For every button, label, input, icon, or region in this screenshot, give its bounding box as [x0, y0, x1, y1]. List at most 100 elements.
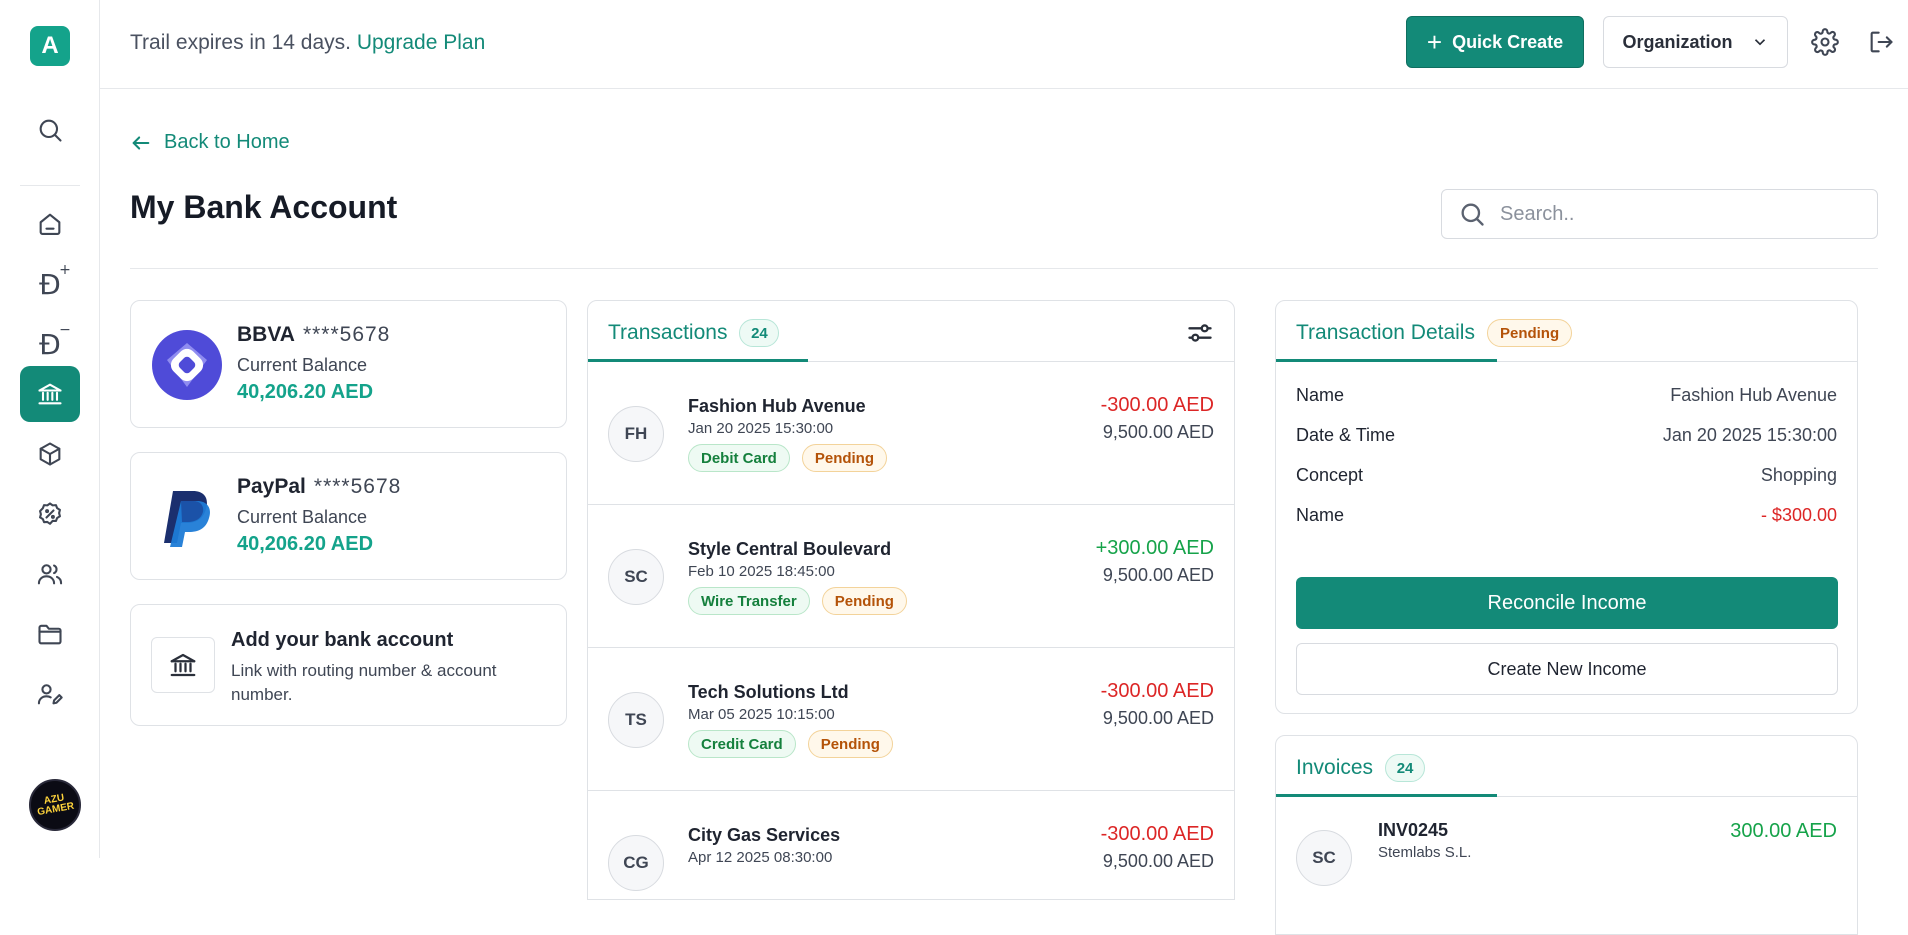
- avatar-text: AZU GAMER: [36, 792, 76, 819]
- transaction-merchant: Style Central Boulevard: [688, 539, 892, 559]
- upgrade-plan-link[interactable]: Upgrade Plan: [357, 31, 485, 54]
- sidebar-divider: [20, 185, 80, 186]
- active-tab-indicator: [1276, 359, 1497, 362]
- detail-value: - $300.00: [1760, 505, 1837, 525]
- sidebar-users-icon[interactable]: [20, 546, 80, 602]
- transaction-amount: -300.00 AED: [1100, 394, 1214, 416]
- details-header: Transaction Details Pending: [1276, 301, 1857, 362]
- quick-create-button[interactable]: + Quick Create: [1406, 16, 1584, 68]
- detail-row: Name Fashion Hub Avenue: [1296, 385, 1837, 406]
- detail-row: Concept Shopping: [1296, 465, 1837, 486]
- status-badge: Pending: [821, 587, 907, 615]
- search-icon: [1461, 203, 1484, 226]
- payment-method-badge: Credit Card: [688, 730, 796, 758]
- transaction-date: Jan 20 2025 15:30:00: [688, 420, 834, 437]
- trial-banner: Trail expires in 14 days. Upgrade Plan: [130, 31, 485, 55]
- detail-value: Fashion Hub Avenue: [1670, 385, 1837, 405]
- transactions-count-badge: 24: [739, 319, 780, 347]
- detail-key: Name: [1296, 505, 1345, 525]
- create-new-income-button[interactable]: Create New Income: [1296, 643, 1838, 695]
- invoice-company: Stemlabs S.L.: [1378, 844, 1472, 861]
- tab-transaction-details[interactable]: Transaction Details Pending: [1296, 319, 1573, 347]
- payment-method-badge: Wire Transfer: [688, 587, 810, 615]
- detail-key: Concept: [1296, 465, 1364, 485]
- sidebar-user-edit-icon[interactable]: [20, 666, 80, 722]
- transaction-merchant: City Gas Services: [688, 825, 841, 845]
- settings-gear-icon[interactable]: [1811, 28, 1839, 56]
- tab-invoices-label: Invoices: [1296, 756, 1374, 779]
- trial-text: Trail expires in 14 days.: [130, 31, 351, 54]
- app-logo[interactable]: A: [30, 26, 70, 66]
- invoice-id: INV0245: [1378, 820, 1449, 840]
- add-bank-account-card[interactable]: Add your bank account Link with routing …: [130, 604, 567, 726]
- account-balance: 40,206.20 AED: [237, 533, 374, 555]
- tab-transactions[interactable]: Transactions 24: [608, 319, 780, 347]
- transaction-amount: -300.00 AED: [1100, 680, 1214, 702]
- transaction-details-panel: Transaction Details Pending Name Fashion…: [1275, 300, 1858, 714]
- transaction-balance: 9,500.00 AED: [1102, 851, 1214, 871]
- transaction-date: Feb 10 2025 18:45:00: [688, 563, 835, 580]
- invoices-panel: Invoices 24 SC INV0245 Stemlabs S.L. 300…: [1275, 735, 1858, 935]
- status-badge: Pending: [807, 730, 893, 758]
- search-input[interactable]: [1500, 202, 1860, 226]
- transactions-header: Transactions 24: [588, 301, 1234, 362]
- organization-dropdown[interactable]: Organization: [1603, 16, 1788, 68]
- detail-row: Name - $300.00: [1296, 505, 1837, 526]
- transaction-tags: Credit Card Pending: [688, 730, 893, 758]
- page-title: My Bank Account: [130, 189, 398, 225]
- account-balance: 40,206.20 AED: [237, 381, 374, 403]
- reconcile-income-button[interactable]: Reconcile Income: [1296, 577, 1838, 629]
- transaction-tags: Wire Transfer Pending: [688, 587, 907, 615]
- sidebar-discount-icon[interactable]: [20, 486, 80, 542]
- transaction-row[interactable]: TS Tech Solutions Ltd Mar 05 2025 10:15:…: [588, 648, 1234, 791]
- tab-details-label: Transaction Details: [1296, 321, 1475, 344]
- detail-row: Date & Time Jan 20 2025 15:30:00: [1296, 425, 1837, 446]
- sidebar-dirham-plus-icon[interactable]: Đ +: [20, 256, 80, 312]
- logout-icon[interactable]: [1867, 28, 1895, 56]
- top-bar: Trail expires in 14 days. Upgrade Plan +…: [100, 0, 1908, 89]
- sidebar-folder-icon[interactable]: [20, 606, 80, 662]
- sidebar-dirham-minus-icon[interactable]: Đ −: [20, 316, 80, 372]
- transaction-avatar: CG: [608, 835, 664, 891]
- sidebar-box-icon[interactable]: [20, 426, 80, 482]
- tab-invoices[interactable]: Invoices 24: [1296, 754, 1426, 782]
- sidebar-home-icon[interactable]: [20, 196, 80, 252]
- bbva-logo: [152, 330, 222, 400]
- arrow-left-icon: [132, 135, 150, 150]
- sidebar-search-icon[interactable]: [20, 102, 80, 158]
- transaction-avatar: FH: [608, 406, 664, 462]
- user-avatar[interactable]: AZU GAMER: [29, 779, 81, 831]
- sidebar-bank-icon[interactable]: [20, 366, 80, 422]
- transaction-balance: 9,500.00 AED: [1102, 422, 1214, 442]
- account-bank-name: BBVA: [237, 323, 295, 346]
- filter-sliders-icon[interactable]: [1186, 319, 1214, 347]
- back-label: Back to Home: [164, 131, 290, 153]
- transaction-date: Mar 05 2025 10:15:00: [688, 706, 835, 723]
- payment-method-badge: Debit Card: [688, 444, 790, 472]
- detail-key: Date & Time: [1296, 425, 1396, 445]
- chevron-down-icon: [1754, 39, 1765, 46]
- quick-create-label: Quick Create: [1452, 31, 1564, 52]
- transaction-avatar: TS: [608, 692, 664, 748]
- search-box: [1441, 189, 1878, 239]
- transaction-tags: Debit Card Pending: [688, 444, 888, 472]
- transaction-amount: +300.00 AED: [1095, 537, 1214, 559]
- transaction-row[interactable]: CG City Gas Services Apr 12 2025 08:30:0…: [588, 791, 1234, 899]
- bank-icon: [151, 637, 215, 693]
- account-card-bbva[interactable]: BBVA ****5678 Current Balance 40,206.20 A…: [130, 300, 567, 428]
- detail-value: Jan 20 2025 15:30:00: [1662, 425, 1837, 445]
- transaction-row[interactable]: SC Style Central Boulevard Feb 10 2025 1…: [588, 505, 1234, 648]
- invoices-count-badge: 24: [1385, 754, 1426, 782]
- transaction-row[interactable]: FH Fashion Hub Avenue Jan 20 2025 15:30:…: [588, 362, 1234, 505]
- organization-label: Organization: [1622, 31, 1733, 52]
- transaction-balance: 9,500.00 AED: [1102, 708, 1214, 728]
- account-card-paypal[interactable]: PayPal ****5678 Current Balance 40,206.20…: [130, 452, 567, 580]
- transaction-merchant: Fashion Hub Avenue: [688, 396, 866, 416]
- invoice-avatar: SC: [1296, 830, 1352, 886]
- status-badge: Pending: [1486, 319, 1573, 347]
- header-divider: [130, 268, 1878, 269]
- account-balance-label: Current Balance: [237, 507, 368, 527]
- back-to-home-link[interactable]: Back to Home: [130, 131, 290, 154]
- sidebar: A Đ + Đ − AZU GAMER: [0, 0, 100, 858]
- active-tab-indicator: [1276, 794, 1497, 797]
